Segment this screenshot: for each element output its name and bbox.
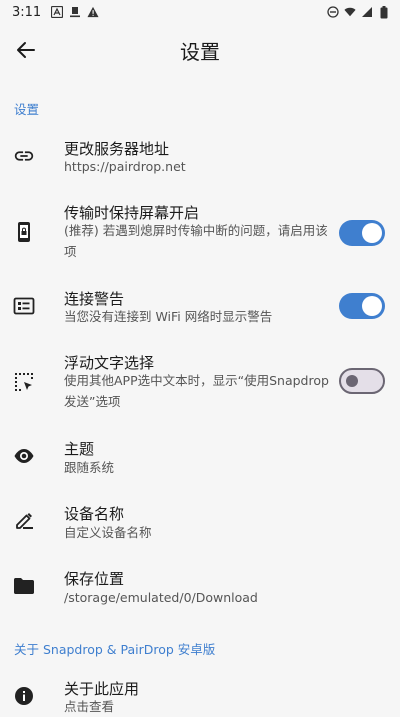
- setting-floating-text[interactable]: 浮动文字选择 使用其他APP选中文本时，显示“使用Snapdrop发送”选项: [0, 350, 400, 416]
- eye-icon: [12, 444, 36, 468]
- setting-subtitle: https://pairdrop.net: [64, 159, 186, 174]
- floating-text-toggle[interactable]: [339, 368, 385, 394]
- section-header-about: 关于 Snapdrop & PairDrop 安卓版: [14, 642, 216, 657]
- wifi-icon: [344, 6, 356, 18]
- setting-save-location[interactable]: 保存位置 /storage/emulated/0/Download: [0, 563, 400, 609]
- setting-subtitle: /storage/emulated/0/Download: [64, 590, 258, 605]
- setting-title: 设备名称: [64, 505, 125, 523]
- link-icon: [12, 144, 36, 168]
- keep-screen-toggle[interactable]: [339, 220, 385, 246]
- app-bar: 设置: [0, 24, 400, 76]
- setting-title: 主题: [64, 440, 95, 458]
- setting-subtitle: 使用其他APP选中文本时，显示“使用Snapdrop发送”选项: [64, 373, 329, 409]
- setting-device-name[interactable]: 设备名称 自定义设备名称: [0, 498, 400, 544]
- setting-theme[interactable]: 主题 跟随系统: [0, 433, 400, 479]
- page-title: 设置: [180, 40, 220, 64]
- warning-icon: [87, 6, 99, 18]
- notification-download-icon: [69, 6, 81, 18]
- setting-about-app[interactable]: 关于此应用 点击查看: [0, 676, 400, 716]
- signal-icon: [361, 6, 373, 18]
- notification-a-icon: [51, 6, 64, 18]
- dnd-icon: [327, 6, 339, 18]
- folder-icon: [12, 574, 36, 598]
- setting-subtitle: 跟随系统: [64, 460, 115, 475]
- setting-subtitle: 自定义设备名称: [64, 525, 152, 540]
- setting-connection-warning[interactable]: 连接警告 当您没有连接到 WiFi 网络时显示警告: [0, 282, 400, 332]
- battery-icon: [378, 5, 390, 18]
- card-icon: [12, 294, 36, 318]
- section-header-settings: 设置: [14, 102, 40, 117]
- setting-server-address[interactable]: 更改服务器地址 https://pairdrop.net: [0, 130, 400, 188]
- setting-title: 保存位置: [64, 570, 125, 588]
- setting-subtitle: (推荐) 若遇到熄屏时传输中断的问题，请启用该项: [64, 223, 328, 259]
- edit-icon: [12, 509, 36, 533]
- status-bar: 3:11: [0, 0, 400, 24]
- info-icon: [12, 684, 36, 708]
- setting-subtitle: 当您没有连接到 WiFi 网络时显示警告: [64, 309, 273, 324]
- setting-keep-screen-on[interactable]: 传输时保持屏幕开启 (推荐) 若遇到熄屏时传输中断的问题，请启用该项: [0, 198, 400, 266]
- selection-icon: [12, 370, 36, 394]
- status-time: 3:11: [12, 4, 42, 20]
- phone-lock-icon: [12, 220, 36, 244]
- connection-warning-toggle[interactable]: [339, 293, 385, 319]
- setting-subtitle: 点击查看: [64, 699, 115, 714]
